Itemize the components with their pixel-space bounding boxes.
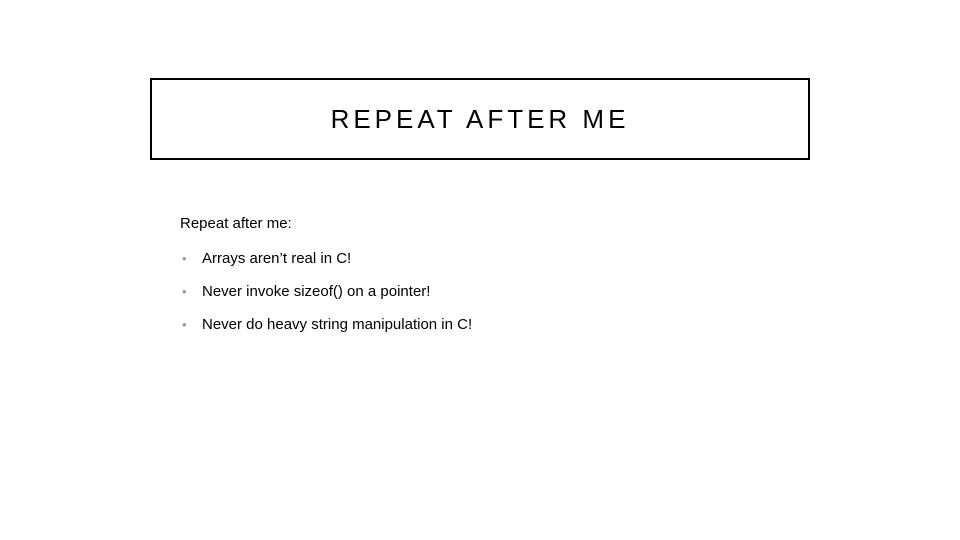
list-item: • Never invoke sizeof() on a pointer! (180, 283, 800, 300)
bullet-icon: • (180, 284, 202, 299)
slide-title: REPEAT AFTER ME (331, 104, 630, 135)
bullet-icon: • (180, 251, 202, 266)
lead-text: Repeat after me: (180, 215, 800, 232)
body: Repeat after me: • Arrays aren’t real in… (180, 215, 800, 349)
bullet-text: Arrays aren’t real in C! (202, 250, 351, 267)
bullet-text: Never do heavy string manipulation in C! (202, 316, 472, 333)
list-item: • Never do heavy string manipulation in … (180, 316, 800, 333)
list-item: • Arrays aren’t real in C! (180, 250, 800, 267)
bullet-list: • Arrays aren’t real in C! • Never invok… (180, 250, 800, 333)
bullet-text: Never invoke sizeof() on a pointer! (202, 283, 430, 300)
title-box: REPEAT AFTER ME (150, 78, 810, 160)
bullet-icon: • (180, 317, 202, 332)
slide: REPEAT AFTER ME Repeat after me: • Array… (0, 0, 960, 540)
